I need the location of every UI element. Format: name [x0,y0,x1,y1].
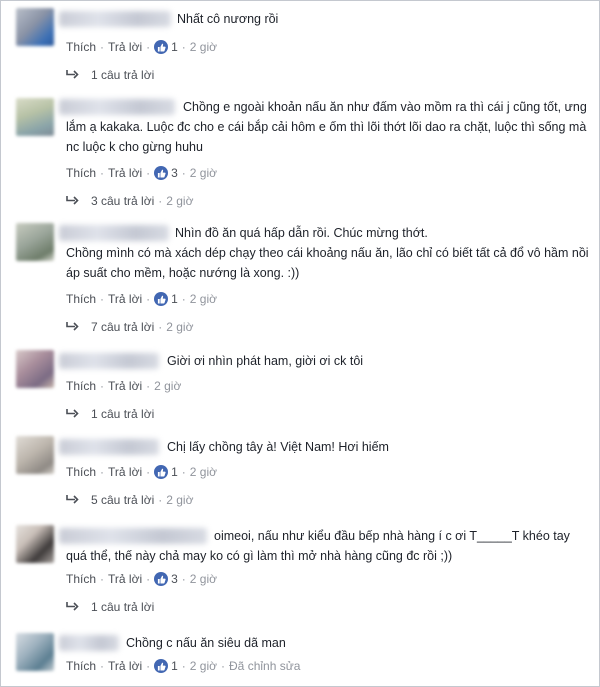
comment-actions: Thích · Trả lời · 1 · 2 giờ · Đã chỉnh s… [66,659,301,673]
avatar[interactable] [16,98,54,136]
view-replies-link[interactable]: 1 câu trả lời [66,598,154,616]
reply-arrow-icon [66,320,79,334]
replies-count[interactable]: 7 câu trả lời [91,320,154,334]
comment-text: Chị lấy chồng tây à! Việt Nam! Hơi hiếm [167,440,389,454]
comment-text: Nhất cô nương rồi [177,12,279,26]
comment-time[interactable]: 2 giờ [190,40,217,54]
comment-text: Giời ơi nhìn phát ham, giời ơi ck tôi [167,354,364,368]
like-button[interactable]: Thích [66,166,96,180]
avatar[interactable] [16,525,54,563]
like-count[interactable]: 1 [171,292,178,306]
like-button[interactable]: Thích [66,379,96,393]
view-replies-link[interactable]: 1 câu trả lời [66,405,154,423]
replies-count[interactable]: 1 câu trả lời [91,407,154,421]
comment-text: Chồng e ngoài khoản nấu ăn như đấm vào m… [183,100,587,114]
comment-text: Nhìn đồ ăn quá hấp dẫn rồi. Chúc mừng th… [175,226,428,240]
commenter-name-blurred[interactable] [59,11,171,27]
commenter-name-blurred[interactable] [59,99,175,115]
replies-count[interactable]: 1 câu trả lời [91,68,154,82]
avatar[interactable] [16,350,54,388]
replies-time[interactable]: 2 giờ [166,194,193,208]
replies-count[interactable]: 5 câu trả lời [91,493,154,507]
comment-time[interactable]: 2 giờ [190,465,217,479]
commenter-name-blurred[interactable] [59,225,169,241]
like-button[interactable]: Thích [66,659,96,673]
commenter-name-blurred[interactable] [59,635,119,651]
comment-text-line: lắm ạ kakaka. Luộc đc cho e cái bắp cải … [66,120,587,134]
thumbs-up-icon[interactable] [154,40,169,54]
reply-button[interactable]: Trả lời [108,166,142,180]
comment-time[interactable]: 2 giờ [190,572,217,586]
reply-arrow-icon [66,407,79,421]
view-replies-link[interactable]: 1 câu trả lời [66,66,154,84]
reply-arrow-icon [66,600,79,614]
reply-button[interactable]: Trả lời [108,465,142,479]
comment-time[interactable]: 2 giờ [190,166,217,180]
avatar[interactable] [16,436,54,474]
reply-button[interactable]: Trả lời [108,659,142,673]
comment-text: oimeoi, nấu như kiểu đầu bếp nhà hàng í … [214,529,570,543]
reply-button[interactable]: Trả lời [108,292,142,306]
like-button[interactable]: Thích [66,572,96,586]
comment-actions: Thích · Trả lời · 3 · 2 giờ [66,572,218,586]
avatar[interactable] [16,633,54,671]
like-count[interactable]: 3 [171,166,178,180]
avatar[interactable] [16,223,54,261]
comment-actions: Thích · Trả lời · 2 giờ [66,379,182,393]
like-button[interactable]: Thích [66,40,96,54]
reply-button[interactable]: Trả lời [108,379,142,393]
comment-text: Chồng c nấu ăn siêu dã man [126,636,286,650]
comment-text-line: áp suất cho mềm, hoặc nướng là xong. :)) [66,266,300,280]
thumbs-up-icon[interactable] [154,572,169,586]
reply-arrow-icon [66,493,79,507]
like-button[interactable]: Thích [66,292,96,306]
comment-time[interactable]: 2 giờ [154,379,181,393]
replies-time[interactable]: 2 giờ [166,493,193,507]
view-replies-link[interactable]: 5 câu trả lời · 2 giờ [66,491,193,509]
comment-text-line: nc luộc k cho gừng huhu [66,140,203,154]
thumbs-up-icon[interactable] [154,166,169,180]
like-count[interactable]: 1 [171,40,178,54]
edited-label[interactable]: Đã chỉnh sửa [229,659,300,673]
like-count[interactable]: 3 [171,572,178,586]
replies-count[interactable]: 3 câu trả lời [91,194,154,208]
comment-text-line: quá thể, thế này chả may ko có gì làm th… [66,549,453,563]
comment-time[interactable]: 2 giờ [190,292,217,306]
avatar[interactable] [16,8,54,46]
thumbs-up-icon[interactable] [154,465,169,479]
replies-time[interactable]: 2 giờ [166,320,193,334]
reply-arrow-icon [66,68,79,82]
thumbs-up-icon[interactable] [154,659,169,673]
like-count[interactable]: 1 [171,659,178,673]
comment-actions: Thích · Trả lời · 1 · 2 giờ [66,292,218,306]
reply-button[interactable]: Trả lời [108,40,142,54]
reply-button[interactable]: Trả lời [108,572,142,586]
comment-actions: Thích · Trả lời · 1 · 2 giờ [66,465,218,479]
commenter-name-blurred[interactable] [59,439,159,455]
comment-thread: Nhất cô nương rồi Thích · Trả lời · 1 · … [0,0,600,687]
reply-arrow-icon [66,194,79,208]
view-replies-link[interactable]: 7 câu trả lời · 2 giờ [66,318,193,336]
replies-count[interactable]: 1 câu trả lời [91,600,154,614]
comment-actions: Thích · Trả lời · 3 · 2 giờ [66,166,218,180]
commenter-name-blurred[interactable] [59,353,159,369]
view-replies-link[interactable]: 3 câu trả lời · 2 giờ [66,192,193,210]
like-count[interactable]: 1 [171,465,178,479]
comment-text-line: Chồng mình có mà xách dép chạy theo cái … [66,246,589,260]
commenter-name-blurred[interactable] [59,528,207,544]
comment-time[interactable]: 2 giờ [190,659,217,673]
thumbs-up-icon[interactable] [154,292,169,306]
comment-actions: Thích · Trả lời · 1 · 2 giờ [66,40,218,54]
like-button[interactable]: Thích [66,465,96,479]
